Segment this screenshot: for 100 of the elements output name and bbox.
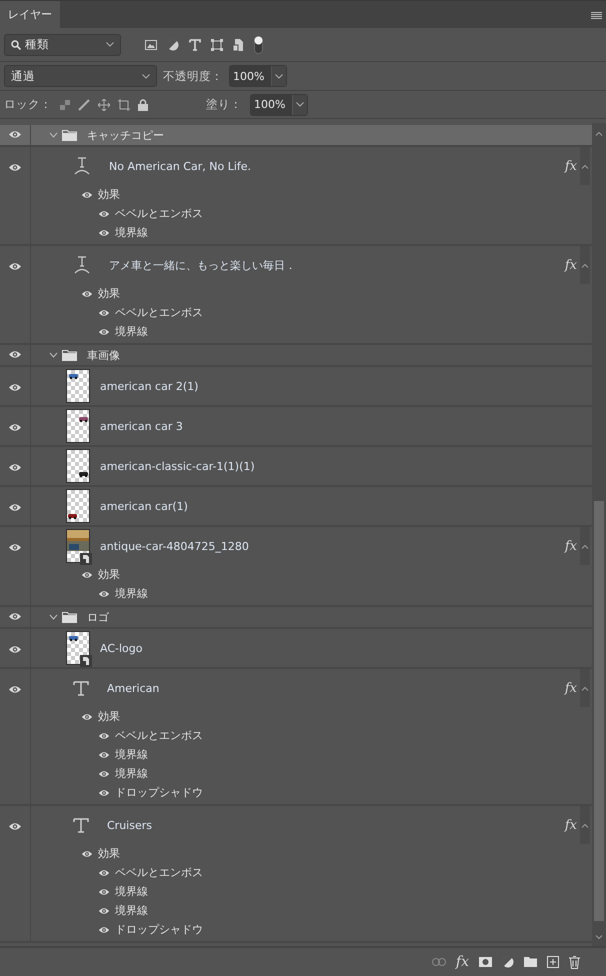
group-name[interactable]: ロゴ — [87, 610, 109, 624]
folder-icon[interactable] — [524, 957, 537, 967]
layer-name[interactable]: American — [107, 682, 160, 694]
shape-filter-icon[interactable] — [211, 38, 223, 50]
eye-icon[interactable] — [8, 612, 22, 621]
layer-row[interactable]: american car 3 — [0, 407, 592, 447]
effects-label: 効果 — [98, 286, 120, 301]
layers-tab[interactable]: レイヤー — [0, 1, 60, 28]
eye-icon[interactable] — [98, 328, 110, 336]
effects-expander[interactable] — [580, 527, 590, 565]
effect-name: ベベルとエンボス — [115, 206, 203, 221]
fill-field[interactable]: 100% — [250, 94, 308, 116]
layer-row[interactable]: american car 2(1) — [0, 367, 592, 407]
group-name[interactable]: キャッチコピー — [87, 128, 164, 142]
eye-icon[interactable] — [98, 788, 110, 796]
adjustment-icon[interactable] — [502, 956, 514, 968]
menu-icon[interactable] — [591, 12, 602, 20]
layer-name[interactable]: american car(1) — [100, 500, 188, 512]
eye-icon[interactable] — [8, 543, 22, 552]
move-icon[interactable] — [98, 98, 110, 110]
eye-icon[interactable] — [8, 130, 22, 139]
layer-name[interactable]: american car 2(1) — [100, 380, 198, 392]
filter-dropdown[interactable]: 種類 — [4, 34, 121, 56]
effects-expander[interactable] — [580, 806, 590, 844]
layer-name[interactable]: アメ車と一緒に、もっと楽しい毎日． — [109, 258, 296, 272]
group-name[interactable]: 車画像 — [87, 348, 120, 362]
layer-name[interactable]: Cruisers — [107, 818, 152, 832]
image-filter-icon[interactable] — [145, 40, 157, 50]
lock-icon[interactable] — [138, 98, 148, 110]
chevron-icon[interactable] — [49, 614, 58, 620]
eye-icon[interactable] — [98, 926, 110, 934]
fx-indicator: fx — [564, 818, 577, 832]
eye-icon[interactable] — [98, 228, 110, 236]
layer-row[interactable]: antique-car-4804725_1280 効果 境界線 fx — [0, 527, 592, 607]
chevron-icon[interactable] — [49, 132, 58, 138]
eye-icon[interactable] — [98, 906, 110, 914]
eye-icon[interactable] — [8, 463, 22, 472]
eye-icon[interactable] — [81, 570, 93, 578]
dropdown-caret-icon[interactable] — [106, 42, 114, 47]
eye-icon[interactable] — [81, 190, 93, 198]
eye-icon[interactable] — [81, 290, 93, 298]
eye-icon[interactable] — [8, 685, 22, 694]
text-filter-icon[interactable] — [189, 38, 201, 50]
eye-icon[interactable] — [98, 590, 110, 598]
opacity-field[interactable]: 100% — [229, 65, 287, 87]
adjustment-filter-icon[interactable] — [167, 38, 179, 50]
eye-icon[interactable] — [8, 423, 22, 432]
scroll-down-icon[interactable] — [595, 935, 603, 940]
group-row[interactable]: キャッチコピー — [0, 125, 592, 147]
eye-icon[interactable] — [8, 503, 22, 512]
layer-name[interactable]: american car 3 — [100, 420, 183, 432]
eye-icon[interactable] — [98, 888, 110, 896]
eye-icon[interactable] — [81, 712, 93, 720]
eye-icon[interactable] — [98, 732, 110, 740]
dropdown-caret-icon[interactable] — [275, 74, 283, 78]
layer-row[interactable]: American 効果 ベベルとエンボス 境界線 境界線 ドロップシャドウ fx — [0, 669, 592, 806]
eye-icon[interactable] — [98, 770, 110, 778]
eye-icon[interactable] — [8, 822, 22, 831]
eye-icon[interactable] — [98, 210, 110, 218]
smart-object-filter-icon[interactable] — [233, 38, 244, 50]
layer-row[interactable]: No American Car, No Life. 効果 ベベルとエンボス 境界線 fx — [0, 147, 592, 246]
layer-name[interactable]: No American Car, No Life. — [109, 160, 252, 172]
group-row[interactable]: ロゴ — [0, 607, 592, 629]
blend-mode-dropdown[interactable]: 通過 — [4, 65, 157, 87]
effects-expander[interactable] — [580, 147, 590, 185]
crop-icon[interactable] — [118, 98, 130, 110]
eye-icon[interactable] — [8, 350, 22, 359]
dropdown-caret-icon[interactable] — [296, 102, 304, 107]
layer-name[interactable]: AC-logo — [100, 642, 142, 654]
layer-name[interactable]: american-classic-car-1(1)(1) — [100, 460, 255, 472]
new-layer-icon[interactable] — [547, 956, 559, 968]
eye-icon[interactable] — [8, 262, 22, 271]
effects-expander[interactable] — [580, 669, 590, 707]
layer-row[interactable]: Cruisers 効果 ベベルとエンボス 境界線 境界線 ドロップシャドウ fx — [0, 806, 592, 943]
effects-expander[interactable] — [580, 246, 590, 284]
dropdown-caret-icon[interactable] — [142, 74, 150, 78]
layer-row[interactable]: アメ車と一緒に、もっと楽しい毎日． 効果 ベベルとエンボス 境界線 fx — [0, 246, 592, 345]
eye-icon[interactable] — [8, 383, 22, 392]
chevron-icon[interactable] — [49, 352, 58, 358]
group-row[interactable]: 車画像 — [0, 345, 592, 367]
layer-style-button[interactable]: fx — [456, 954, 469, 970]
brush-icon[interactable] — [78, 98, 90, 110]
scroll-thumb[interactable] — [594, 501, 604, 921]
layer-row[interactable]: american-classic-car-1(1)(1) — [0, 447, 592, 487]
eye-icon[interactable] — [8, 645, 22, 654]
eye-icon[interactable] — [8, 163, 22, 172]
eye-icon[interactable] — [98, 308, 110, 316]
eye-icon[interactable] — [98, 868, 110, 876]
effect-name: 境界線 — [115, 324, 148, 339]
caret-icon — [581, 822, 589, 828]
eye-icon[interactable] — [81, 850, 93, 858]
scroll-up-icon[interactable] — [595, 131, 603, 136]
eye-icon[interactable] — [98, 750, 110, 758]
layer-row[interactable]: american car(1) — [0, 487, 592, 527]
layer-row[interactable]: AC-logo — [0, 629, 592, 669]
mask-icon[interactable] — [479, 957, 492, 967]
filter-toggle[interactable] — [254, 36, 263, 54]
trash-icon[interactable] — [569, 956, 580, 968]
scrollbar[interactable] — [592, 123, 606, 946]
layer-name[interactable]: antique-car-4804725_1280 — [100, 540, 249, 552]
